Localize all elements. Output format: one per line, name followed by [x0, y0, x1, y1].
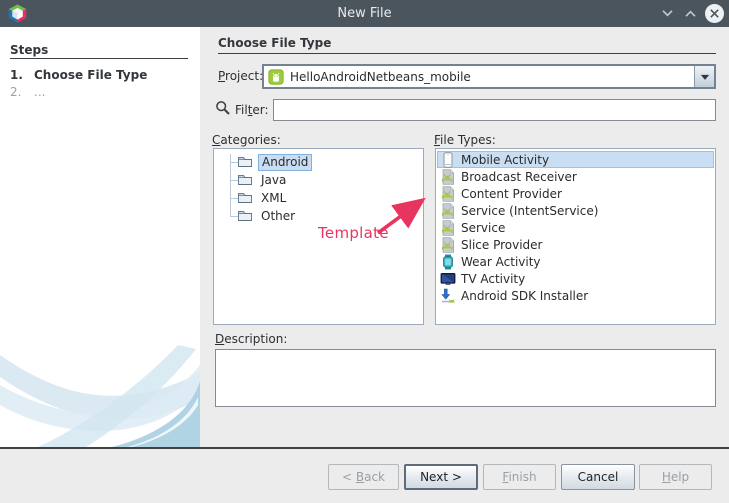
- step-number: 1.: [10, 68, 23, 82]
- file-type-row[interactable]: Wear Activity: [437, 253, 714, 270]
- sdk-installer-icon: [440, 288, 456, 304]
- back-button[interactable]: < Back: [328, 464, 399, 490]
- file-type-row[interactable]: Slice Provider: [437, 236, 714, 253]
- search-icon: [215, 100, 231, 116]
- filter-input[interactable]: [273, 99, 716, 121]
- android-class-icon: [440, 219, 456, 236]
- button-bar: < Back Next > Finish Cancel Help: [0, 449, 729, 503]
- android-class-icon: [440, 202, 456, 219]
- category-android[interactable]: Android: [214, 153, 423, 171]
- categories-label: Categories:: [212, 133, 281, 147]
- close-icon[interactable]: [705, 4, 724, 23]
- step-number: 2.: [10, 85, 22, 99]
- wear-activity-icon: [440, 254, 456, 270]
- titlebar[interactable]: New File: [0, 0, 729, 27]
- step-label: ...: [34, 85, 46, 99]
- filter-label: Filter:: [235, 103, 269, 117]
- description-label: Description:: [215, 332, 288, 346]
- folder-icon: [237, 154, 253, 170]
- step-item-choose-file-type: 1. Choose File Type: [10, 68, 147, 82]
- page-title: Choose File Type: [218, 36, 332, 50]
- steps-divider: [10, 58, 188, 59]
- window-title: New File: [337, 6, 392, 21]
- annotation-template-label: Template: [318, 224, 389, 242]
- steps-heading: Steps: [10, 43, 49, 57]
- project-label: Project:: [218, 69, 264, 83]
- maximize-icon[interactable]: [682, 6, 698, 22]
- android-project-icon: [268, 68, 284, 85]
- file-type-row[interactable]: Content Provider: [437, 185, 714, 202]
- next-button[interactable]: Next >: [404, 464, 478, 490]
- tv-activity-icon: [440, 271, 456, 287]
- watermark-graphic: [0, 345, 200, 447]
- project-combobox[interactable]: HelloAndroidNetbeans_mobile: [262, 64, 716, 89]
- step-label: Choose File Type: [34, 68, 148, 82]
- heading-divider: [218, 53, 716, 54]
- file-type-row[interactable]: Service: [437, 219, 714, 236]
- category-java[interactable]: Java: [214, 171, 423, 189]
- folder-icon: [237, 208, 253, 224]
- step-item-pending: 2. ...: [10, 85, 45, 99]
- android-class-icon: [440, 236, 456, 253]
- help-button[interactable]: Help: [639, 464, 712, 490]
- android-class-icon: [440, 185, 456, 202]
- mobile-activity-icon: [440, 151, 456, 168]
- combo-dropdown-arrow-icon[interactable]: [694, 66, 714, 87]
- category-other[interactable]: Other: [214, 207, 423, 225]
- folder-icon: [237, 190, 253, 206]
- cancel-button[interactable]: Cancel: [561, 464, 635, 490]
- minimize-icon[interactable]: [659, 6, 675, 22]
- folder-icon: [237, 172, 253, 188]
- file-type-row[interactable]: Mobile Activity: [437, 151, 714, 168]
- category-xml[interactable]: XML: [214, 189, 423, 207]
- file-type-row[interactable]: Android SDK Installer: [437, 287, 714, 304]
- steps-panel: Steps 1. Choose File Type 2. ...: [0, 27, 200, 447]
- finish-button[interactable]: Finish: [483, 464, 556, 490]
- description-textarea[interactable]: [215, 349, 716, 407]
- project-value: HelloAndroidNetbeans_mobile: [290, 69, 471, 84]
- android-class-icon: [440, 168, 456, 185]
- file-type-row[interactable]: Broadcast Receiver: [437, 168, 714, 185]
- new-file-dialog: New File Steps 1. Choose File Type 2. ..…: [0, 0, 729, 503]
- main-pane: Choose File Type Project: HelloAndroidNe…: [200, 27, 729, 447]
- file-types-label: File Types:: [434, 133, 496, 147]
- file-types-list[interactable]: Mobile Activity Broadcast Receiver Conte…: [435, 148, 716, 325]
- file-type-row[interactable]: Service (IntentService): [437, 202, 714, 219]
- file-type-row[interactable]: TV Activity: [437, 270, 714, 287]
